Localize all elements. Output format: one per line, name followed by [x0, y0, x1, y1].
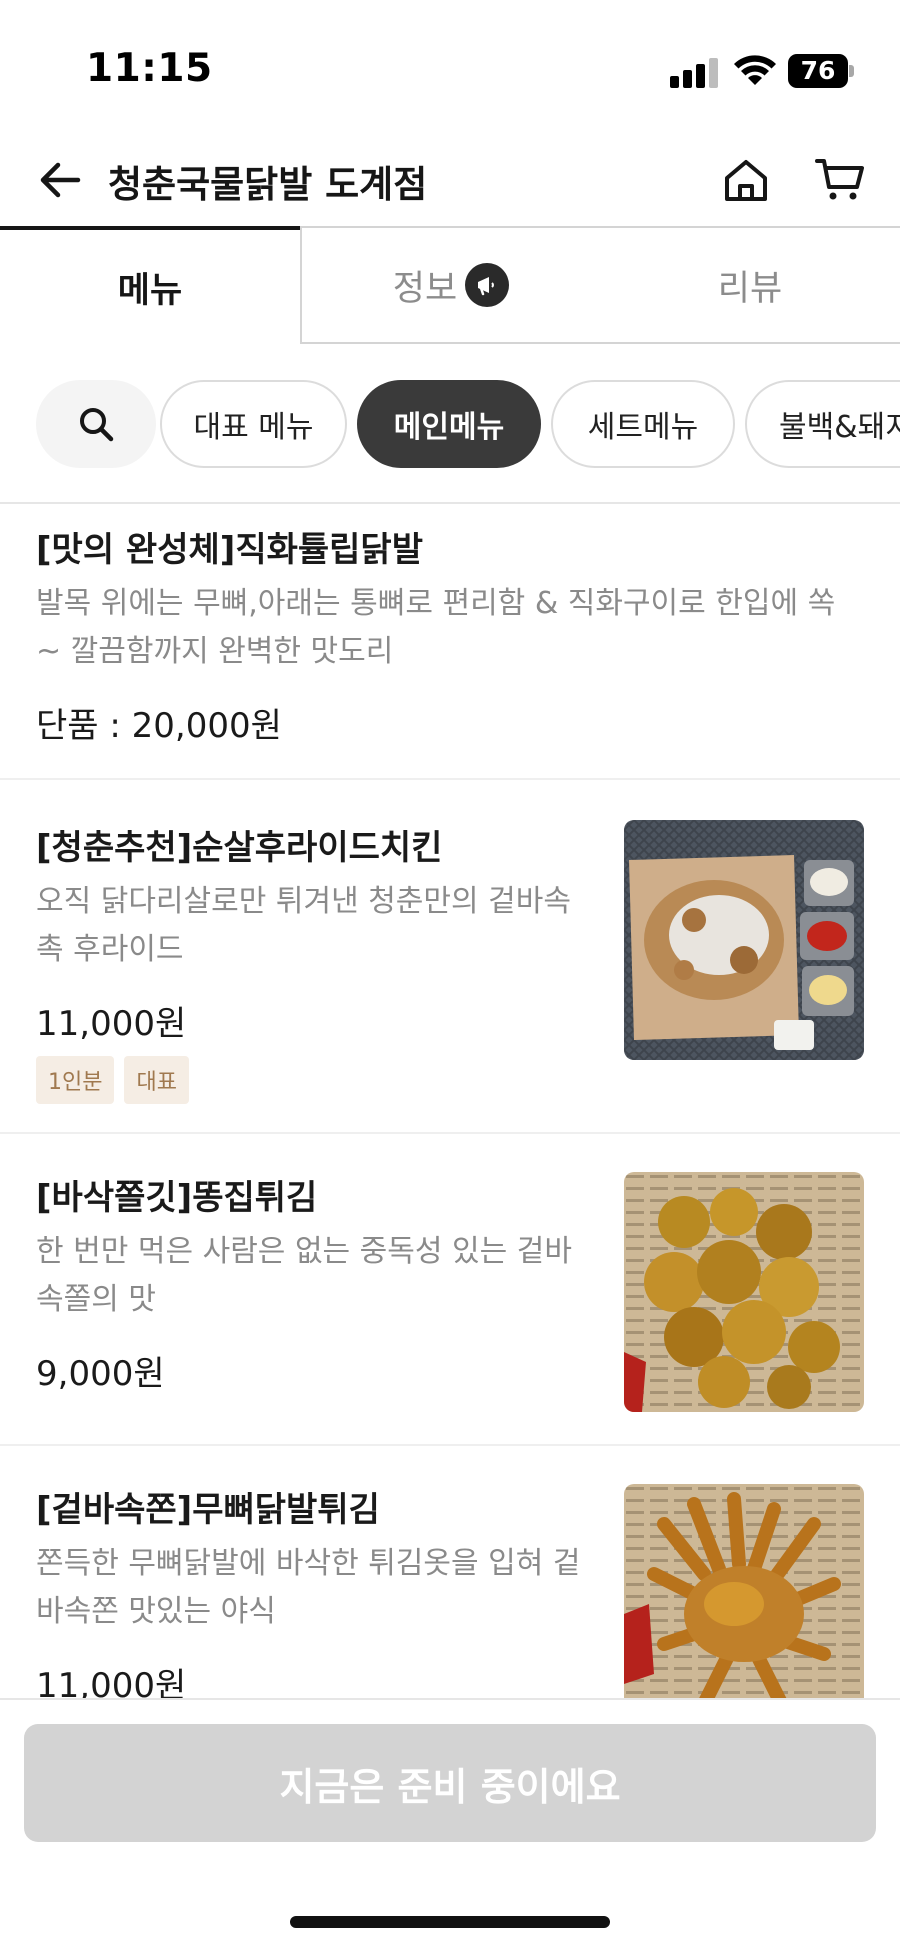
menu-item-description: 쫀득한 무뼈닭발에 바삭한 튀김옷을 입혀 겉 바속쫀 맛있는 야식 [36, 1540, 606, 1636]
store-tabs: 메뉴 정보 리뷰 [0, 226, 900, 344]
top-app-bar: 청춘국물닭발 도계점 [0, 130, 900, 230]
menu-list: [맛의 완성체]직화튤립닭발 발목 위에는 무뼈,아래는 통뼈로 편리함 & 직… [0, 504, 900, 1698]
menu-item[interactable]: [겉바속쫀]무뼈닭발튀김 쫀득한 무뼈닭발에 바삭한 튀김옷을 입혀 겉 바속쫀… [0, 1446, 900, 1698]
menu-item[interactable]: [맛의 완성체]직화튤립닭발 발목 위에는 무뼈,아래는 통뼈로 편리함 & 직… [0, 504, 900, 780]
search-icon [80, 408, 114, 442]
menu-item-price: 9,000원 [36, 1354, 165, 1394]
tab-review[interactable]: 리뷰 [600, 226, 900, 344]
status-bar: 11:15 76 [0, 0, 900, 130]
cellular-signal-icon [670, 58, 718, 88]
food-photo-fried-boneless-chicken-feet [624, 1484, 864, 1698]
menu-item-name: [청춘추천]순살후라이드치킨 [36, 828, 443, 868]
menu-item-name: [겉바속쫀]무뼈닭발튀김 [36, 1490, 380, 1530]
store-menu-screen: 11:15 76 청춘국물닭발 도계점 메뉴 정보 리뷰 대표 메뉴 메인메뉴 … [0, 0, 900, 1949]
arrow-left-icon [40, 162, 81, 198]
menu-item-description: 한 번만 먹은 사람은 없는 중독성 있는 겉바 속쫄의 맛 [36, 1228, 606, 1324]
menu-item-price: 11,000원 [36, 1004, 187, 1044]
chip-main-menu[interactable]: 메인메뉴 [357, 380, 541, 468]
wifi-icon [734, 55, 776, 85]
divider [0, 1698, 900, 1700]
description-line: 한 번만 먹은 사람은 없는 중독성 있는 겉바 [36, 1234, 572, 1269]
menu-item-description: 오직 닭다리살로만 튀겨낸 청춘만의 겉바속 촉 후라이드 [36, 878, 606, 974]
order-button-disabled[interactable]: 지금은 준비 중이에요 [24, 1724, 876, 1842]
description-line: 오직 닭다리살로만 튀겨낸 청춘만의 겉바속 [36, 884, 571, 919]
tab-menu-label: 메뉴 [117, 270, 183, 311]
menu-item-tags: 1인분 대표 [36, 1056, 189, 1104]
megaphone-icon [465, 263, 510, 307]
tag-single-serving: 1인분 [36, 1056, 115, 1104]
back-button[interactable] [30, 150, 90, 210]
store-title: 청춘국물닭발 도계점 [108, 163, 428, 206]
menu-item-name: [맛의 완성체]직화튤립닭발 [36, 530, 423, 570]
tab-info-label: 정보 [392, 268, 458, 309]
description-line: ~ 깔끔함까지 완벽한 맛도리 [36, 634, 394, 669]
menu-item[interactable]: [청춘추천]순살후라이드치킨 오직 닭다리살로만 튀겨낸 청춘만의 겉바속 촉 … [0, 780, 900, 1134]
home-button[interactable] [716, 150, 776, 210]
tab-review-label: 리뷰 [717, 268, 783, 309]
description-line: 속쫄의 맛 [36, 1282, 156, 1317]
battery-icon: 76 [788, 54, 854, 88]
battery-level: 76 [800, 56, 836, 85]
description-line: 쫀득한 무뼈닭발에 바삭한 튀김옷을 입혀 겉 [36, 1546, 581, 1581]
menu-item-price: 11,000원 [36, 1666, 187, 1698]
home-indicator [290, 1916, 610, 1928]
cart-button[interactable] [810, 150, 870, 210]
menu-item-description: 발목 위에는 무뼈,아래는 통뼈로 편리함 & 직화구이로 한입에 쏙 ~ 깔끔… [36, 580, 876, 676]
chip-signature-menu[interactable]: 대표 메뉴 [160, 380, 347, 468]
status-time: 11:15 [86, 46, 213, 91]
description-line: 바속쫀 맛있는 야식 [36, 1594, 276, 1629]
menu-item-price: 단품 : 20,000원 [36, 706, 282, 746]
category-chips: 대표 메뉴 메인메뉴 세트메뉴 불백&돼지 [0, 380, 900, 468]
menu-item-name: [바삭쫄깃]똥집튀김 [36, 1178, 318, 1218]
tag-signature: 대표 [124, 1056, 189, 1104]
chip-set-menu[interactable]: 세트메뉴 [551, 380, 735, 468]
menu-item[interactable]: [바삭쫄깃]똥집튀김 한 번만 먹은 사람은 없는 중독성 있는 겉바 속쫄의 … [0, 1134, 900, 1446]
tab-info[interactable]: 정보 [300, 226, 600, 344]
cart-icon [815, 159, 864, 200]
tab-menu[interactable]: 메뉴 [0, 226, 300, 344]
food-photo-fried-gizzard [624, 1172, 864, 1412]
home-icon [725, 160, 767, 201]
food-photo-boneless-fried-chicken [624, 820, 864, 1060]
menu-search-button[interactable] [36, 380, 156, 468]
description-line: 발목 위에는 무뼈,아래는 통뼈로 편리함 & 직화구이로 한입에 쏙 [36, 586, 836, 621]
chip-bulbaek-pork[interactable]: 불백&돼지 [745, 380, 900, 468]
description-line: 촉 후라이드 [36, 932, 184, 967]
